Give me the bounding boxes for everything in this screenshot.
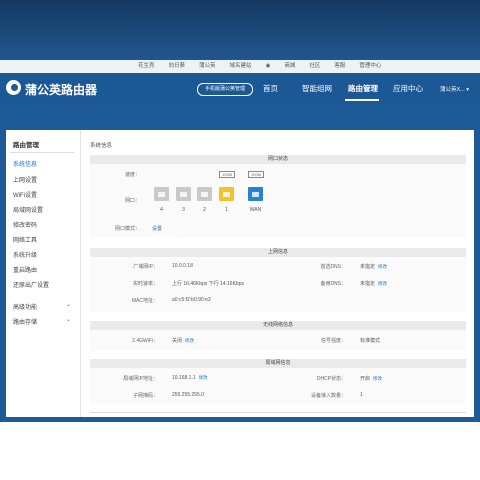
top-links: 花生壳 向日葵 蒲公英 域名建站 ◉ 商城 社区 客服 管理中心 [131, 62, 388, 71]
sidebar-divider [10, 152, 74, 153]
dns2-edit-link[interactable]: 修改 [378, 281, 387, 286]
mobile-management-button[interactable]: 手机版蒲公英管理 [197, 83, 253, 96]
user-name: 蒲公英X... [440, 87, 465, 93]
lan-info-header: 局域网信息 [90, 359, 466, 368]
wifi-label: 2.4GWiFi： [132, 338, 158, 344]
wan-speed-badge: 100M [248, 171, 265, 178]
mac-value: a0:c5:f2:b0:90:e3 [172, 297, 211, 303]
nav-router-management[interactable]: 路由管理 [348, 83, 378, 94]
wan-port-icon [248, 187, 263, 201]
active-nav-indicator [345, 99, 379, 101]
sidebar-item-storage[interactable]: 路由存储 [13, 317, 37, 326]
wan-ip-label: 广域网IP： [133, 264, 158, 270]
sidebar-item-wifi[interactable]: WiFi设置 [13, 190, 37, 199]
port-number: 1 [225, 207, 228, 213]
port-mode-label: 网口模式： [114, 226, 140, 232]
content-divider [90, 412, 466, 413]
circle-icon: ◉ [265, 63, 271, 69]
mac-label: MAC地址： [131, 298, 158, 304]
toplink-shop[interactable]: 商城 [277, 62, 302, 71]
toplink-service[interactable]: 客服 [327, 62, 352, 71]
lan1-port-icon [219, 187, 234, 201]
lan-ip-value: 10.168.1.1 [172, 375, 196, 381]
dns1-value: 未指定 [360, 264, 376, 270]
toplink-xiangrikui[interactable]: 向日葵 [162, 62, 193, 71]
dhcp-label: DHCP状态： [316, 376, 346, 382]
sidebar-title: 路由管理 [13, 142, 39, 149]
sidebar-item-lan[interactable]: 局域网设置 [13, 205, 43, 214]
port-number: 4 [160, 207, 163, 213]
rate-label: 实时速率： [132, 281, 158, 287]
mask-value: 255.255.255.0 [172, 392, 204, 398]
sidebar-item-internet[interactable]: 上网设置 [13, 175, 37, 184]
toplink-pugongying[interactable]: 蒲公英 [192, 62, 223, 71]
sidebar-item-reset[interactable]: 还原出厂设置 [13, 280, 49, 289]
chevron-down-icon: ▾ [466, 87, 470, 93]
port-mode-setting-link[interactable]: 设置 [152, 225, 162, 232]
dns2-label: 备用DNS： [320, 281, 346, 287]
sidebar-item-advanced[interactable]: 高级功能 [13, 302, 37, 311]
lan1-speed-badge: 100M [219, 171, 236, 178]
devices-label: 设备接入数量： [310, 393, 346, 399]
mask-label: 子网掩码： [132, 393, 158, 399]
wireless-info-header: 无线网络信息 [90, 321, 466, 330]
sidebar-item-system-info[interactable]: 系统信息 [13, 159, 37, 168]
devices-value: 1 [360, 392, 363, 398]
signal-value: 标准模式 [360, 338, 381, 344]
sidebar-item-password[interactable]: 修改密码 [13, 220, 37, 229]
dns2-row: 未指定 修改 [360, 280, 387, 287]
lan4-port-icon [154, 187, 169, 201]
dns1-label: 首选DNS： [320, 264, 346, 270]
internet-info-header: 上网信息 [90, 248, 466, 257]
dns1-row: 未指定 修改 [360, 263, 387, 270]
logo-icon [6, 80, 21, 95]
toplink-admin[interactable]: 管理中心 [352, 62, 388, 71]
nav-home[interactable]: 首页 [263, 83, 278, 94]
lan3-port-icon [176, 187, 191, 201]
toplink-community[interactable]: 社区 [302, 62, 327, 71]
signal-label: 信号强度： [320, 338, 346, 344]
nav-app-center[interactable]: 应用中心 [393, 83, 423, 94]
bottom-area [0, 422, 480, 480]
dns2-value: 未指定 [360, 281, 376, 287]
nav-smart-network[interactable]: 智能组网 [302, 83, 332, 94]
main-content: 系统信息 网口状态 速度： 100M 100M 网口： 4 3 2 1 WAN … [86, 130, 470, 417]
rate-value: 上行 16.46Kbps 下行 14.16Kbps [172, 281, 244, 287]
lan-ip-edit-link[interactable]: 修改 [199, 375, 208, 380]
dhcp-edit-link[interactable]: 修改 [373, 376, 382, 381]
port-status-body [90, 164, 466, 237]
top-background [0, 0, 480, 60]
port-number: WAN [249, 207, 262, 213]
page-title: 系统信息 [90, 143, 113, 149]
lan2-port-icon [197, 187, 212, 201]
wifi-value: 关闭 [172, 338, 183, 344]
sidebar-item-upgrade[interactable]: 系统升级 [13, 250, 37, 259]
sidebar-item-reboot[interactable]: 重启路由 [13, 265, 37, 274]
wifi-row: 关闭 修改 [172, 337, 194, 344]
chevron-down-icon: ⌄ [66, 302, 72, 308]
user-menu[interactable]: 蒲公英X... ▾ [440, 85, 469, 93]
wifi-edit-link[interactable]: 修改 [185, 338, 194, 343]
sidebar: 路由管理 系统信息 上网设置 WiFi设置 局域网设置 修改密码 网络工具 系统… [6, 130, 81, 417]
speed-label: 速度： [124, 172, 140, 178]
port-label: 网口： [124, 198, 140, 204]
port-number: 3 [182, 207, 185, 213]
toplink-domain[interactable]: 域名建站 [223, 62, 259, 71]
brand-title[interactable]: 蒲公英路由器 [25, 81, 97, 98]
toplink-huashengke[interactable]: 花生壳 [131, 62, 162, 71]
dhcp-row: 开启 修改 [360, 375, 382, 382]
wan-ip-value: 10.0.0.18 [172, 263, 193, 269]
port-number: 2 [203, 207, 206, 213]
dhcp-value: 开启 [360, 376, 371, 382]
dns1-edit-link[interactable]: 修改 [378, 264, 387, 269]
lan-ip-row: 10.168.1.1 修改 [172, 375, 208, 381]
chevron-down-icon: ⌄ [66, 317, 72, 323]
sidebar-item-tools[interactable]: 网络工具 [13, 235, 37, 244]
port-status-header: 网口状态 [90, 155, 466, 164]
lan-ip-label: 局域网IP地址： [123, 376, 158, 382]
